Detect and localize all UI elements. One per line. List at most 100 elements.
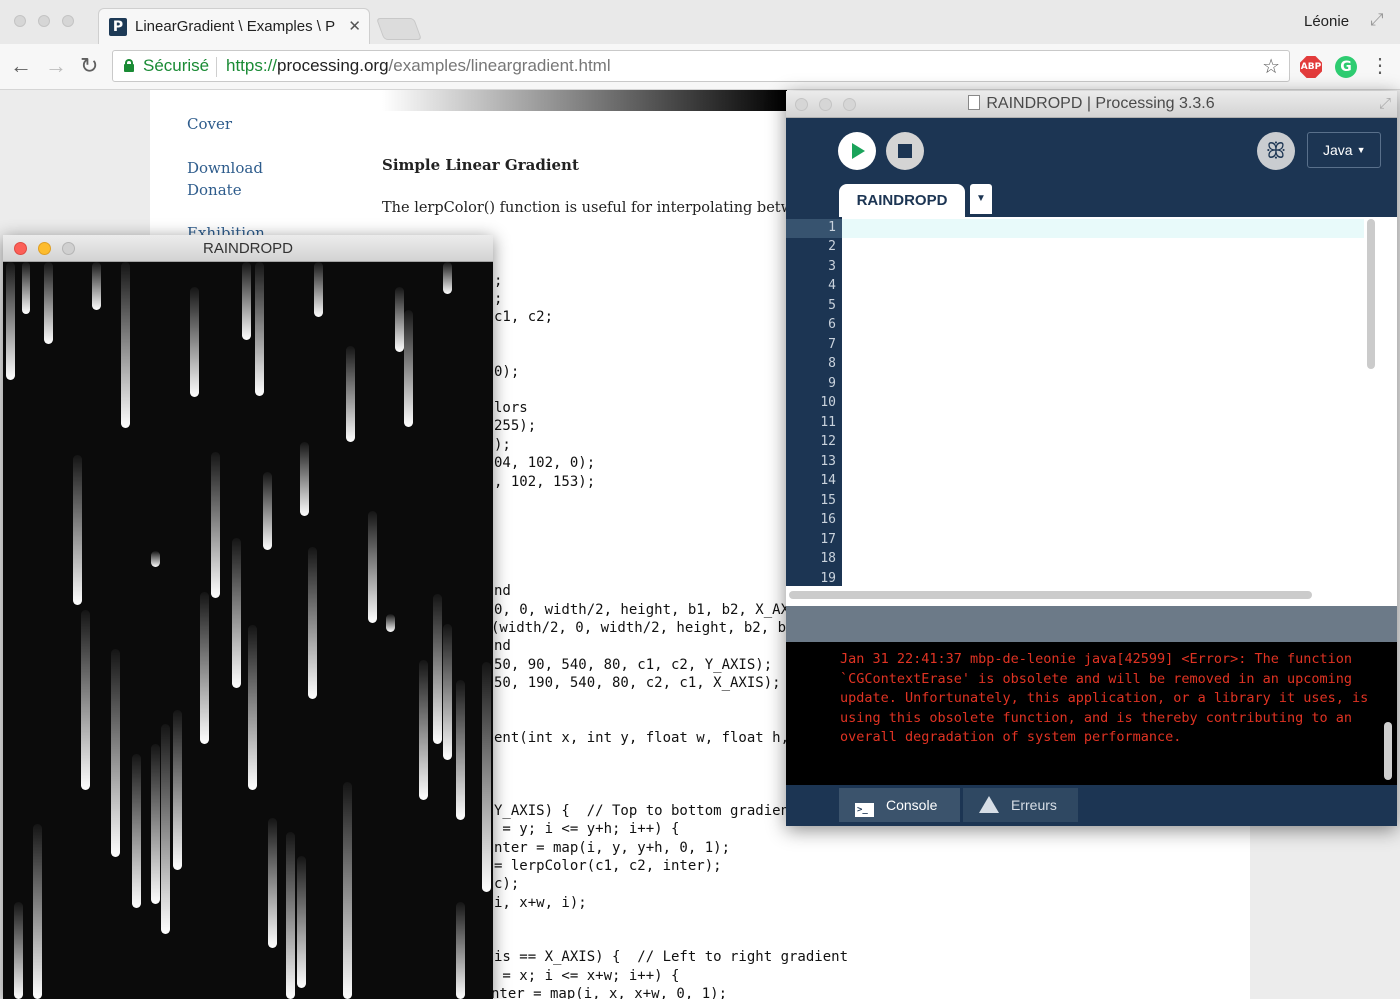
line-number: 2 — [828, 239, 836, 254]
new-tab-button[interactable] — [375, 18, 423, 40]
article-title: Simple Linear Gradient — [382, 156, 579, 174]
mode-label: Java — [1323, 142, 1353, 158]
tab-close-icon[interactable]: ✕ — [348, 17, 361, 35]
ide-titlebar[interactable]: RAINDROPD | Processing 3.3.6 ⤢ — [786, 91, 1397, 118]
editor-horizontal-scrollbar[interactable] — [786, 586, 1364, 606]
raindrop — [300, 442, 309, 516]
url-text[interactable]: https://processing.org/examples/lineargr… — [226, 56, 611, 76]
url-scheme: https:// — [226, 56, 278, 75]
browser-zoom-light[interactable] — [62, 15, 74, 27]
line-number: 3 — [828, 259, 836, 274]
scrollbar-thumb[interactable] — [1367, 219, 1375, 369]
sketch-titlebar[interactable]: RAINDROPD — [3, 235, 493, 262]
ide-fullscreen-icon[interactable]: ⤢ — [1379, 95, 1391, 112]
raindrop — [6, 262, 15, 380]
sketch-canvas[interactable] — [3, 262, 493, 999]
url-separator — [216, 57, 217, 77]
terminal-icon: >_ — [855, 803, 874, 817]
raindrop — [433, 594, 442, 744]
console-footer: >_ Console Erreurs — [786, 785, 1397, 826]
ide-title-text: RAINDROPD | Processing 3.3.6 — [986, 95, 1215, 112]
line-number: 15 — [820, 493, 836, 508]
raindrop — [33, 824, 42, 999]
raindrop — [111, 649, 120, 857]
code-line: nd — [494, 638, 511, 654]
code-line: nter = map(i, y, y+h, 0, 1); — [494, 840, 731, 856]
line-number-gutter: 1 2 3 4 5 6 7 8 9 10 11 12 13 14 15 16 1… — [786, 217, 842, 586]
tab-raindropd[interactable]: RAINDROPD — [839, 184, 965, 217]
run-button[interactable] — [838, 132, 876, 170]
sketch-tab-strip: RAINDROPD ▼ — [786, 183, 1397, 217]
browser-minimize-light[interactable] — [38, 15, 50, 27]
processing-favicon-icon: P — [109, 18, 127, 36]
code-line: i, x+w, i); — [494, 895, 587, 911]
code-line: 255); — [494, 418, 537, 434]
caret-down-icon: ▼ — [976, 193, 986, 204]
bookmark-star-icon[interactable]: ☆ — [1262, 54, 1280, 79]
nav-link-cover[interactable]: Cover — [187, 115, 232, 133]
editor-console-divider[interactable] — [786, 606, 1397, 642]
code-line: 0, 0, width/2, height, b1, b2, X_AXI — [494, 602, 798, 618]
raindrop — [73, 455, 82, 605]
code-line: ); — [494, 437, 511, 453]
scrollbar-thumb[interactable] — [789, 591, 1312, 599]
raindrop — [343, 782, 352, 999]
raindrop — [81, 610, 90, 790]
lock-icon — [124, 59, 134, 72]
editor-vertical-scrollbar[interactable] — [1364, 217, 1397, 606]
browser-titlebar: P LinearGradient \ Examples \ P ✕ Léonie… — [0, 0, 1400, 44]
line-number: 10 — [820, 395, 836, 410]
nav-link-donate[interactable]: Donate — [187, 181, 242, 199]
line-number: 9 — [828, 376, 836, 391]
raindrop — [308, 547, 317, 699]
line-number: 12 — [820, 434, 836, 449]
raindrop — [14, 902, 23, 999]
raindrop — [92, 262, 101, 310]
raindrop — [255, 262, 264, 396]
stop-button[interactable] — [886, 132, 924, 170]
code-line: nd — [494, 583, 511, 599]
nav-link-download[interactable]: Download — [187, 159, 263, 177]
tab-console-label: Console — [886, 797, 938, 813]
code-line: is == X_AXIS) { // Left to right gradien… — [494, 949, 849, 965]
line-number: 6 — [828, 317, 836, 332]
grammarly-extension-icon[interactable]: G — [1335, 56, 1357, 78]
tab-errors[interactable]: Erreurs — [963, 788, 1078, 822]
code-line: , 102, 153); — [494, 474, 596, 490]
raindrop — [161, 724, 170, 934]
tab-menu-button[interactable]: ▼ — [970, 184, 992, 214]
raindrop — [456, 902, 465, 999]
line-number: 4 — [828, 278, 836, 293]
line-number: 16 — [820, 512, 836, 527]
forward-arrow-icon[interactable]: → — [45, 53, 67, 79]
line-number: 19 — [820, 571, 836, 586]
fullscreen-icon[interactable]: ⤢ — [1370, 10, 1384, 30]
browser-close-light[interactable] — [14, 15, 26, 27]
mode-selector[interactable]: Java ▼ — [1307, 132, 1381, 168]
code-line: Y_AXIS) { // Top to bottom gradient — [494, 803, 798, 819]
browser-tab[interactable]: P LinearGradient \ Examples \ P ✕ — [98, 8, 370, 44]
console-scrollbar[interactable] — [1384, 722, 1392, 780]
code-line: = y; i <= y+h; i++) { — [494, 821, 680, 837]
back-arrow-icon[interactable]: ← — [10, 53, 32, 79]
raindrop — [121, 262, 130, 428]
address-bar[interactable]: Sécurisé https://processing.org/examples… — [112, 50, 1290, 82]
reload-icon[interactable]: ↻ — [80, 53, 98, 79]
adblock-extension-icon[interactable]: ABP — [1300, 56, 1322, 78]
browser-menu-icon[interactable]: ⋮ — [1370, 53, 1390, 78]
profile-name[interactable]: Léonie — [1304, 13, 1349, 30]
tab-console[interactable]: >_ Console — [839, 788, 960, 822]
raindrop — [242, 262, 251, 340]
gradient-banner — [382, 90, 787, 111]
debugger-button[interactable]: ꕥ — [1257, 132, 1295, 170]
line-number: 1 — [828, 220, 836, 235]
code-editor[interactable]: 1 2 3 4 5 6 7 8 9 10 11 12 13 14 15 16 1… — [786, 217, 1397, 606]
line-number: 5 — [828, 298, 836, 313]
raindrop — [443, 262, 452, 294]
